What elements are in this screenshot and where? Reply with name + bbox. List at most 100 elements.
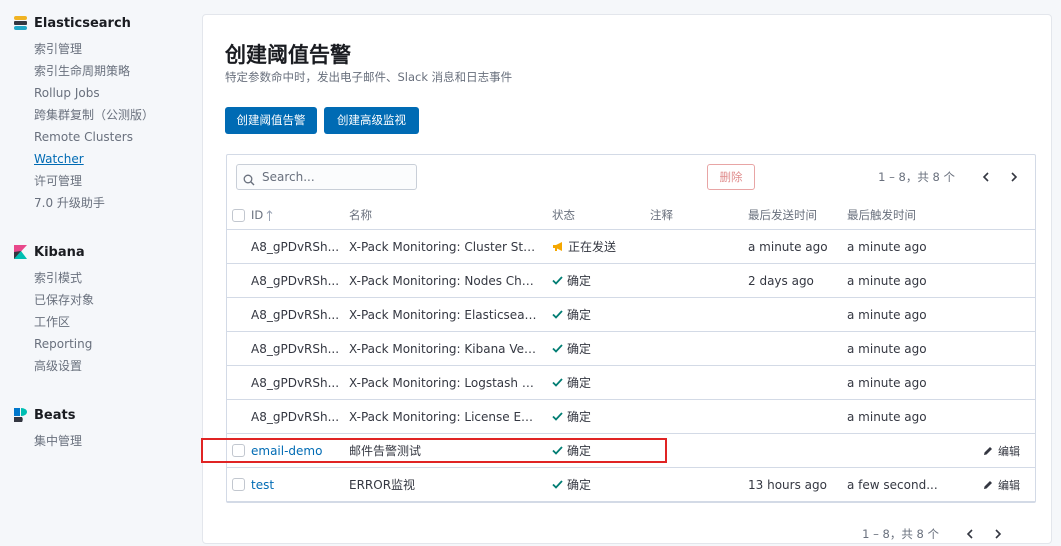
sidebar-item-kibana-3[interactable]: Reporting	[34, 333, 194, 355]
row-state-text: 确定	[567, 444, 592, 458]
row-name: X-Pack Monitoring: License Expi...	[349, 400, 539, 433]
table-row: test ERROR监视 确定 13 hours ago a few second...…	[227, 468, 1035, 502]
edit-button[interactable]: 编辑	[983, 434, 1033, 467]
table-row: A8_gPDvRSh... X-Pack Monitoring: Nodes Ch…	[227, 264, 1035, 298]
check-icon	[552, 344, 563, 353]
check-icon	[552, 480, 563, 489]
edit-button[interactable]: 编辑	[983, 468, 1033, 501]
row-state: 确定	[552, 264, 642, 297]
row-id: A8_gPDvRSh...	[251, 400, 341, 433]
row-id-text[interactable]: test	[251, 478, 274, 492]
beats-logo-icon	[14, 408, 27, 422]
select-all-checkbox-cell[interactable]	[227, 201, 249, 229]
row-state: 确定	[552, 332, 642, 365]
chevron-left-icon[interactable]	[975, 166, 997, 188]
row-id: A8_gPDvRSh...	[251, 332, 341, 365]
sidebar-item-beats-0[interactable]: 集中管理	[34, 430, 194, 452]
column-state[interactable]: 状态	[552, 201, 642, 229]
column-id[interactable]: ID	[251, 201, 341, 229]
sidebar-item-kibana-4[interactable]: 高级设置	[34, 355, 194, 377]
row-checkbox-cell[interactable]	[227, 434, 249, 467]
row-id-text: A8_gPDvRSh...	[251, 375, 340, 390]
sidebar-item-elasticsearch-5[interactable]: Watcher	[34, 148, 194, 170]
sidebar-item-elasticsearch-6[interactable]: 许可管理	[34, 170, 194, 192]
sidebar-title-kibana: Kibana	[34, 244, 85, 260]
sidebar-item-kibana-2[interactable]: 工作区	[34, 311, 194, 333]
check-icon	[552, 378, 563, 387]
sidebar-list-beats: 集中管理	[34, 430, 194, 452]
row-id-text[interactable]: email-demo	[251, 444, 322, 458]
kibana-logo-icon	[14, 245, 27, 259]
sidebar-item-elasticsearch-2[interactable]: Rollup Jobs	[34, 82, 194, 104]
chevron-right-icon[interactable]	[987, 523, 1009, 545]
row-state: 确定	[552, 434, 642, 467]
row-name-text: X-Pack Monitoring: Cluster Stat...	[349, 239, 539, 254]
sidebar-section-beats: Beats 集中管理	[14, 405, 194, 452]
row-last-fired-text: a minute ago	[847, 375, 927, 390]
sidebar-item-elasticsearch-7[interactable]: 7.0 升级助手	[34, 192, 194, 214]
row-id: A8_gPDvRSh...	[251, 230, 341, 263]
row-comment	[650, 230, 740, 263]
table-row: A8_gPDvRSh... X-Pack Monitoring: Elastics…	[227, 298, 1035, 332]
row-name-text: X-Pack Monitoring: Kibana Vers...	[349, 341, 539, 356]
row-checkbox[interactable]	[231, 478, 245, 491]
row-id-text: A8_gPDvRSh...	[251, 341, 340, 356]
delete-button[interactable]: 删除	[707, 164, 755, 190]
check-icon	[552, 446, 563, 455]
row-checkbox[interactable]	[231, 444, 245, 457]
chevron-left-icon[interactable]	[959, 523, 981, 545]
row-last-sent: 2 days ago	[748, 273, 814, 288]
select-all-checkbox[interactable]	[231, 208, 245, 222]
sidebar-item-kibana-1[interactable]: 已保存对象	[34, 289, 194, 311]
sidebar-item-elasticsearch-1[interactable]: 索引生命周期策略	[34, 60, 194, 82]
row-comment	[650, 264, 740, 297]
row-last-sent	[748, 434, 843, 467]
column-comment[interactable]: 注释	[650, 201, 740, 229]
sidebar-list-kibana: 索引模式 已保存对象 工作区 Reporting 高级设置	[34, 267, 194, 377]
sidebar-item-kibana-0[interactable]: 索引模式	[34, 267, 194, 289]
column-last-fired[interactable]: 最后触发时间	[847, 201, 942, 229]
row-id[interactable]: email-demo	[251, 434, 341, 467]
row-state: 确定	[552, 468, 642, 501]
row-name: X-Pack Monitoring: Nodes Chan...	[349, 264, 539, 297]
row-name-text: ERROR监视	[349, 478, 416, 492]
create-advanced-watch-button[interactable]: 创建高级监视	[324, 107, 419, 134]
row-last-fired-text: a minute ago	[847, 341, 927, 356]
create-threshold-alert-button[interactable]: 创建阈值告警	[225, 107, 317, 134]
row-id: A8_gPDvRSh...	[251, 264, 341, 297]
search-input[interactable]	[260, 169, 414, 185]
row-id-text: A8_gPDvRSh...	[251, 307, 340, 322]
column-id-label: ID	[251, 208, 264, 222]
watcher-panel: 创建阈值告警 特定参数命中时，发出电子邮件、Slack 消息和日志事件 创建阈值…	[202, 14, 1052, 544]
sidebar-item-elasticsearch-4[interactable]: Remote Clusters	[34, 126, 194, 148]
table-row: A8_gPDvRSh... X-Pack Monitoring: Kibana V…	[227, 332, 1035, 366]
row-name: X-Pack Monitoring: Logstash Ve...	[349, 366, 539, 399]
table-row: A8_gPDvRSh... X-Pack Monitoring: License …	[227, 400, 1035, 434]
check-icon	[552, 276, 563, 285]
row-last-fired-text: a minute ago	[847, 239, 927, 254]
check-icon	[552, 310, 563, 319]
row-checkbox-cell	[227, 230, 249, 263]
column-last-sent[interactable]: 最后发送时间	[748, 201, 843, 229]
chevron-right-icon[interactable]	[1003, 166, 1025, 188]
search-box[interactable]	[236, 164, 417, 190]
sidebar-item-elasticsearch-3[interactable]: 跨集群复制（公测版）	[34, 104, 194, 126]
row-id[interactable]: test	[251, 468, 341, 501]
sidebar-head-elasticsearch: Elasticsearch	[14, 13, 194, 33]
row-checkbox-cell[interactable]	[227, 468, 249, 501]
search-icon	[243, 171, 255, 186]
row-comment	[650, 468, 740, 501]
row-last-sent	[748, 366, 843, 399]
page-title: 创建阈值告警	[225, 43, 351, 67]
row-state: 确定	[552, 298, 642, 331]
row-name: X-Pack Monitoring: Elasticsearc...	[349, 298, 539, 331]
sidebar-item-elasticsearch-0[interactable]: 索引管理	[34, 38, 194, 60]
pagination-top: 1 – 8，共 8 个	[878, 165, 1025, 189]
row-last-fired: a minute ago	[847, 366, 942, 399]
row-last-sent: a minute ago	[748, 239, 828, 254]
row-id-text: A8_gPDvRSh...	[251, 239, 340, 254]
pagination-bottom: 1 – 8，共 8 个	[862, 522, 1009, 546]
column-name[interactable]: 名称	[349, 201, 539, 229]
row-last-fired: a minute ago	[847, 298, 942, 331]
row-last-sent	[748, 400, 843, 433]
